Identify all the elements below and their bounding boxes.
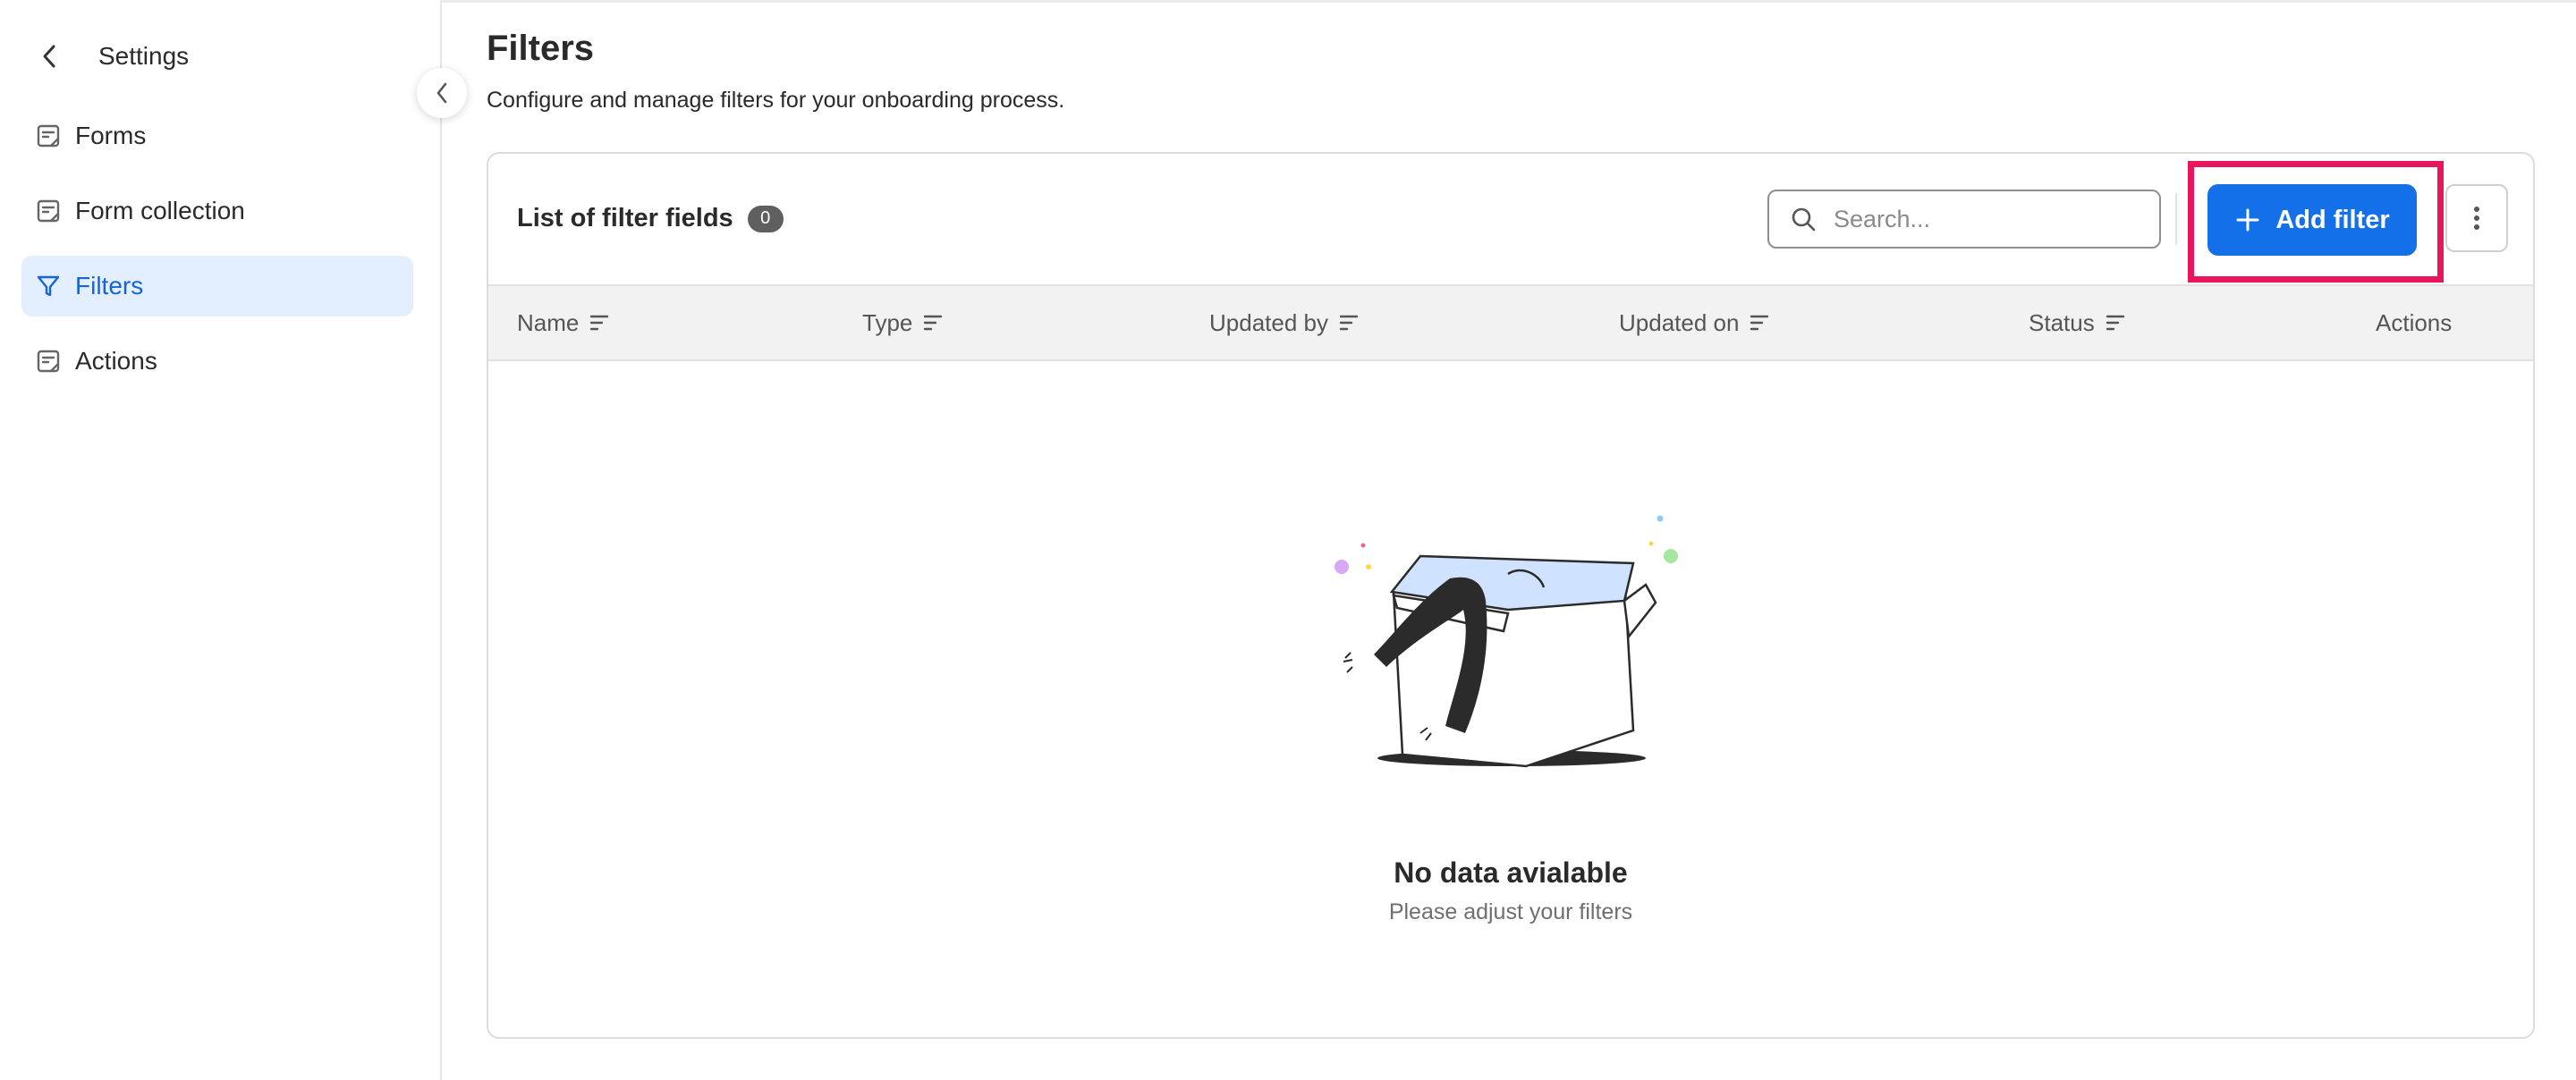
- sidebar-header: Settings: [36, 36, 189, 77]
- column-header-status[interactable]: Status: [2029, 286, 2125, 359]
- collapse-sidebar-button[interactable]: [417, 68, 467, 118]
- column-header-updated-by[interactable]: Updated by: [1209, 286, 1359, 359]
- more-vertical-icon: [2474, 207, 2479, 230]
- table-header: Name Type Updated by Updated on Status A…: [488, 284, 2533, 361]
- count-badge: 0: [747, 205, 784, 232]
- column-header-name[interactable]: Name: [517, 286, 609, 359]
- form-icon: [36, 123, 61, 148]
- sort-icon: [1339, 313, 1359, 333]
- page-title: Filters: [487, 29, 595, 68]
- add-filter-button[interactable]: Add filter: [2207, 184, 2417, 256]
- sidebar-item-label: Form collection: [75, 197, 245, 224]
- empty-state-title: No data avialable: [1394, 856, 1628, 889]
- column-label: Type: [862, 308, 913, 336]
- column-header-updated-on[interactable]: Updated on: [1619, 286, 1769, 359]
- chevron-left-icon: [436, 82, 447, 104]
- sidebar-item-filters[interactable]: Filters: [21, 256, 413, 316]
- empty-state-subtitle: Please adjust your filters: [1388, 899, 1633, 924]
- sidebar: Settings Forms Form collection Filters A…: [0, 0, 442, 1080]
- sidebar-item-label: Actions: [75, 347, 157, 375]
- list-title-text: List of filter fields: [517, 204, 733, 232]
- sort-icon: [589, 313, 609, 333]
- search-icon: [1789, 205, 1818, 233]
- sort-icon: [1750, 313, 1769, 333]
- empty-box-illustration: [1335, 515, 1678, 768]
- chevron-left-icon: [43, 45, 55, 68]
- toolbar-divider: [2175, 193, 2177, 245]
- sort-icon: [923, 313, 943, 333]
- column-label: Status: [2029, 308, 2095, 336]
- sidebar-item-form-collection[interactable]: Form collection: [21, 181, 413, 241]
- filter-icon: [36, 274, 61, 299]
- add-filter-label: Add filter: [2275, 205, 2390, 234]
- column-label: Updated by: [1209, 308, 1328, 336]
- sidebar-item-forms[interactable]: Forms: [21, 105, 413, 166]
- more-options-button[interactable]: [2445, 184, 2508, 252]
- sidebar-nav: Forms Form collection Filters Actions: [21, 105, 413, 406]
- plus-icon: [2234, 207, 2261, 233]
- search-box: [1767, 190, 2161, 249]
- sort-icon: [2106, 313, 2125, 333]
- back-button[interactable]: [36, 36, 63, 77]
- filter-fields-card: List of filter fields 0 Add filter Name: [487, 152, 2535, 1039]
- column-header-type[interactable]: Type: [862, 286, 943, 359]
- column-header-actions: Actions: [2376, 286, 2452, 359]
- sidebar-item-actions[interactable]: Actions: [21, 331, 413, 392]
- search-input[interactable]: [1834, 205, 2138, 233]
- sidebar-title: Settings: [98, 42, 190, 70]
- sidebar-item-label: Forms: [75, 122, 147, 149]
- page-subtitle: Configure and manage filters for your on…: [487, 88, 1065, 113]
- card-header: List of filter fields 0 Add filter: [488, 154, 2533, 284]
- sidebar-item-label: Filters: [75, 272, 144, 300]
- form-icon: [36, 198, 61, 224]
- list-title: List of filter fields 0: [517, 204, 784, 233]
- column-label: Actions: [2376, 308, 2453, 336]
- column-label: Name: [517, 308, 580, 336]
- form-icon: [36, 349, 61, 374]
- column-label: Updated on: [1619, 308, 1740, 336]
